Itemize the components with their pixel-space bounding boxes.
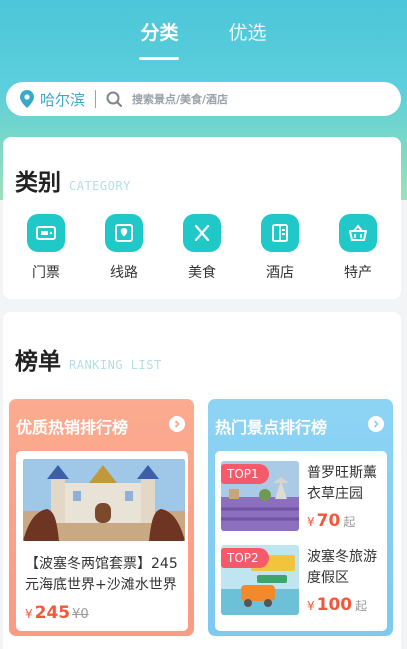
price-value: 100: [316, 595, 353, 615]
search-bar[interactable]: 哈尔滨 搜索景点/美食/酒店: [6, 82, 401, 116]
ranking-section: 榜单 RANKING LIST 优质热销排行榜 【波塞冬两馆套票】245元海底世…: [3, 312, 401, 649]
category-item-hotels[interactable]: 酒店: [250, 214, 310, 282]
tab-category[interactable]: 分类: [140, 18, 178, 60]
price-value: 70: [316, 511, 341, 531]
price-suffix: 起: [355, 599, 368, 613]
category-label: 特产: [344, 265, 372, 281]
category-label: 酒店: [266, 265, 294, 281]
currency-symbol: ¥: [25, 607, 33, 621]
location-pin-icon: [20, 90, 34, 108]
list-item[interactable]: TOP1 普罗旺斯薰衣草庄园 ¥ 70 起: [221, 461, 383, 531]
top-tabs: 分类 优选: [0, 18, 407, 60]
hot-sale-title[interactable]: 优质热销排行榜: [16, 414, 128, 438]
category-title: 类别: [15, 170, 61, 196]
category-subtitle: CATEGORY: [69, 179, 131, 193]
hot-sale-panel: 优质热销排行榜 【波塞冬两馆套票】245元海底世界+沙滩水世界 ¥ 245 ¥0: [9, 399, 194, 636]
hot-sale-price: ¥ 245 ¥0: [25, 603, 89, 623]
top-rank-badge: TOP2: [221, 548, 269, 568]
spot-price: ¥ 100 起: [307, 595, 367, 615]
hot-sale-item[interactable]: 【波塞冬两馆套票】245元海底世界+沙滩水世界 ¥ 245 ¥0: [16, 451, 188, 631]
category-label: 门票: [32, 265, 60, 281]
hot-sale-description: 【波塞冬两馆套票】245元海底世界+沙滩水世界: [25, 556, 178, 593]
list-item[interactable]: TOP2 波塞冬旅游度假区 ¥ 100 起: [221, 545, 383, 615]
category-item-tickets[interactable]: 门票: [16, 214, 76, 282]
tab-featured[interactable]: 优选: [229, 18, 267, 60]
currency-symbol: ¥: [307, 599, 315, 613]
category-section: 类别 CATEGORY 门票 线路 美食 酒店 特产: [3, 137, 401, 299]
category-label: 线路: [110, 265, 138, 281]
castle-photo: [23, 459, 185, 541]
basket-icon: [339, 214, 377, 252]
hot-spots-title[interactable]: 热门景点排行榜: [215, 414, 327, 438]
search-divider: [95, 90, 97, 108]
top-rank-badge: TOP1: [221, 464, 269, 484]
currency-symbol: ¥: [307, 515, 315, 529]
category-heading: 类别 CATEGORY: [15, 163, 131, 197]
category-item-routes[interactable]: 线路: [94, 214, 154, 282]
price-suffix: 起: [343, 515, 356, 529]
category-label: 美食: [188, 265, 216, 281]
hotel-building-icon: [261, 214, 299, 252]
spot-price: ¥ 70 起: [307, 511, 355, 531]
spot-name: 普罗旺斯薰衣草庄园: [307, 465, 377, 502]
ranking-subtitle: RANKING LIST: [69, 358, 162, 372]
hot-spots-panel: 热门景点排行榜 TOP1 普罗旺斯薰衣草庄园 ¥ 70 起 TOP2 波塞冬旅游…: [208, 399, 393, 636]
price-value: 245: [34, 603, 71, 623]
hot-spots-list: TOP1 普罗旺斯薰衣草庄园 ¥ 70 起 TOP2 波塞冬旅游度假区 ¥ 10…: [215, 451, 387, 631]
ranking-heading: 榜单 RANKING LIST: [15, 342, 162, 376]
spot-name: 波塞冬旅游度假区: [307, 549, 377, 586]
ticket-icon: [27, 214, 65, 252]
search-icon: [106, 91, 123, 107]
category-list: 门票 线路 美食 酒店 特产: [3, 214, 401, 282]
ranking-title: 榜单: [15, 349, 61, 375]
category-item-food[interactable]: 美食: [172, 214, 232, 282]
chevron-right-icon[interactable]: [169, 416, 185, 432]
category-item-specialties[interactable]: 特产: [328, 214, 388, 282]
search-input[interactable]: 搜索景点/美食/酒店: [132, 91, 228, 107]
original-price: ¥0: [72, 607, 89, 622]
fork-knife-icon: [183, 214, 221, 252]
route-map-icon: [105, 214, 143, 252]
chevron-right-icon[interactable]: [368, 416, 384, 432]
city-selector[interactable]: 哈尔滨: [40, 89, 85, 110]
